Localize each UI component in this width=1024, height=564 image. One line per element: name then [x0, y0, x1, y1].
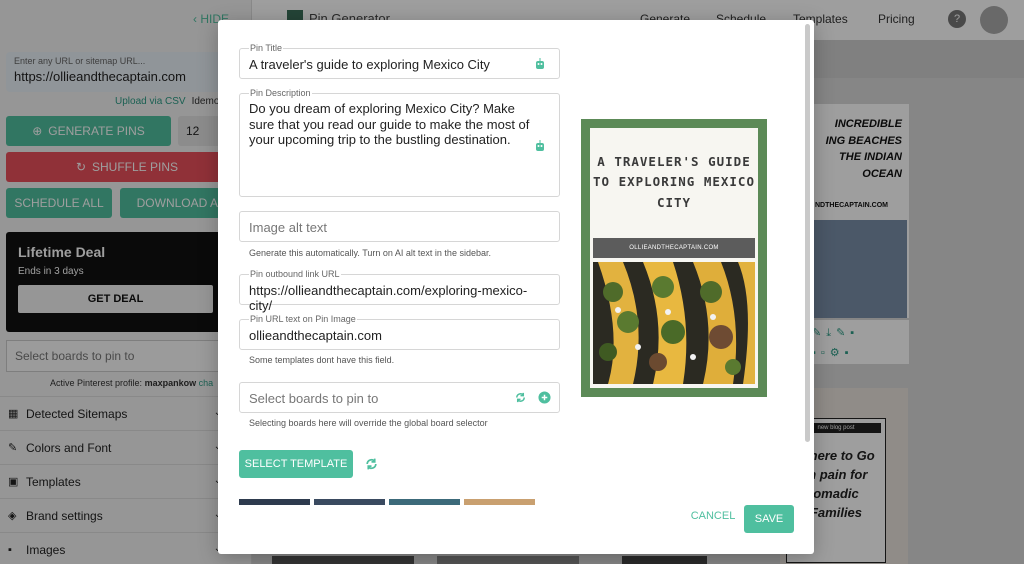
template-thumbnail[interactable]: [239, 499, 310, 505]
template-thumbnails: [239, 499, 535, 505]
ai-robot-icon[interactable]: [535, 58, 545, 70]
pin-preview-url: OLLIEANDTHECAPTAIN.COM: [593, 238, 755, 258]
save-button[interactable]: SAVE: [744, 505, 794, 533]
pin-title-value: A traveler's guide to exploring Mexico C…: [249, 57, 490, 72]
add-board-icon[interactable]: [538, 391, 551, 404]
ai-robot-icon[interactable]: [535, 140, 545, 152]
scrollbar-thumb[interactable]: [805, 24, 810, 442]
board-selector-field[interactable]: Select boards to pin to: [239, 382, 560, 413]
modal-scrollbar[interactable]: [803, 22, 811, 552]
cancel-button[interactable]: CANCEL: [685, 510, 741, 528]
pin-description-field[interactable]: Pin Description Do you dream of explorin…: [239, 88, 560, 197]
board-selector-hint: Selecting boards here will override the …: [249, 418, 488, 428]
template-thumbnail[interactable]: [464, 499, 535, 505]
outbound-url-label: Pin outbound link URL: [249, 269, 341, 279]
pin-title-field[interactable]: Pin Title A traveler's guide to explorin…: [239, 43, 560, 79]
pin-title-label: Pin Title: [249, 43, 284, 53]
image-alt-text-field[interactable]: Image alt text: [239, 211, 560, 242]
template-thumbnail[interactable]: [389, 499, 460, 505]
pin-description-label: Pin Description: [249, 88, 312, 98]
pin-preview-title: A TRAVELER'S GUIDE TO EXPLORING MEXICO C…: [593, 154, 755, 210]
pin-description-value: Do you dream of exploring Mexico City? M…: [249, 101, 530, 148]
outbound-url-field[interactable]: Pin outbound link URL https://ollieandth…: [239, 269, 560, 313]
board-selector-placeholder: Select boards to pin to: [249, 391, 379, 406]
refresh-icon[interactable]: [514, 391, 527, 404]
pin-url-text-label: Pin URL text on Pin Image: [249, 314, 357, 324]
refresh-template-icon[interactable]: [364, 456, 379, 472]
template-thumbnail[interactable]: [314, 499, 385, 505]
outbound-url-value: https://ollieandthecaptain.com/exploring…: [249, 283, 528, 313]
select-template-button[interactable]: SELECT TEMPLATE: [239, 450, 353, 478]
pin-preview-inner: A TRAVELER'S GUIDE TO EXPLORING MEXICO C…: [590, 128, 758, 388]
url-text-hint: Some templates dont have this field.: [249, 355, 395, 365]
alt-text-hint: Generate this automatically. Turn on AI …: [249, 248, 491, 258]
pin-preview-photo: [593, 262, 755, 384]
pin-preview: A TRAVELER'S GUIDE TO EXPLORING MEXICO C…: [581, 119, 767, 397]
pin-url-text-field[interactable]: Pin URL text on Pin Image ollieandthecap…: [239, 314, 560, 350]
pin-url-text-value: ollieandthecaptain.com: [249, 328, 382, 343]
alt-text-placeholder: Image alt text: [249, 220, 328, 235]
